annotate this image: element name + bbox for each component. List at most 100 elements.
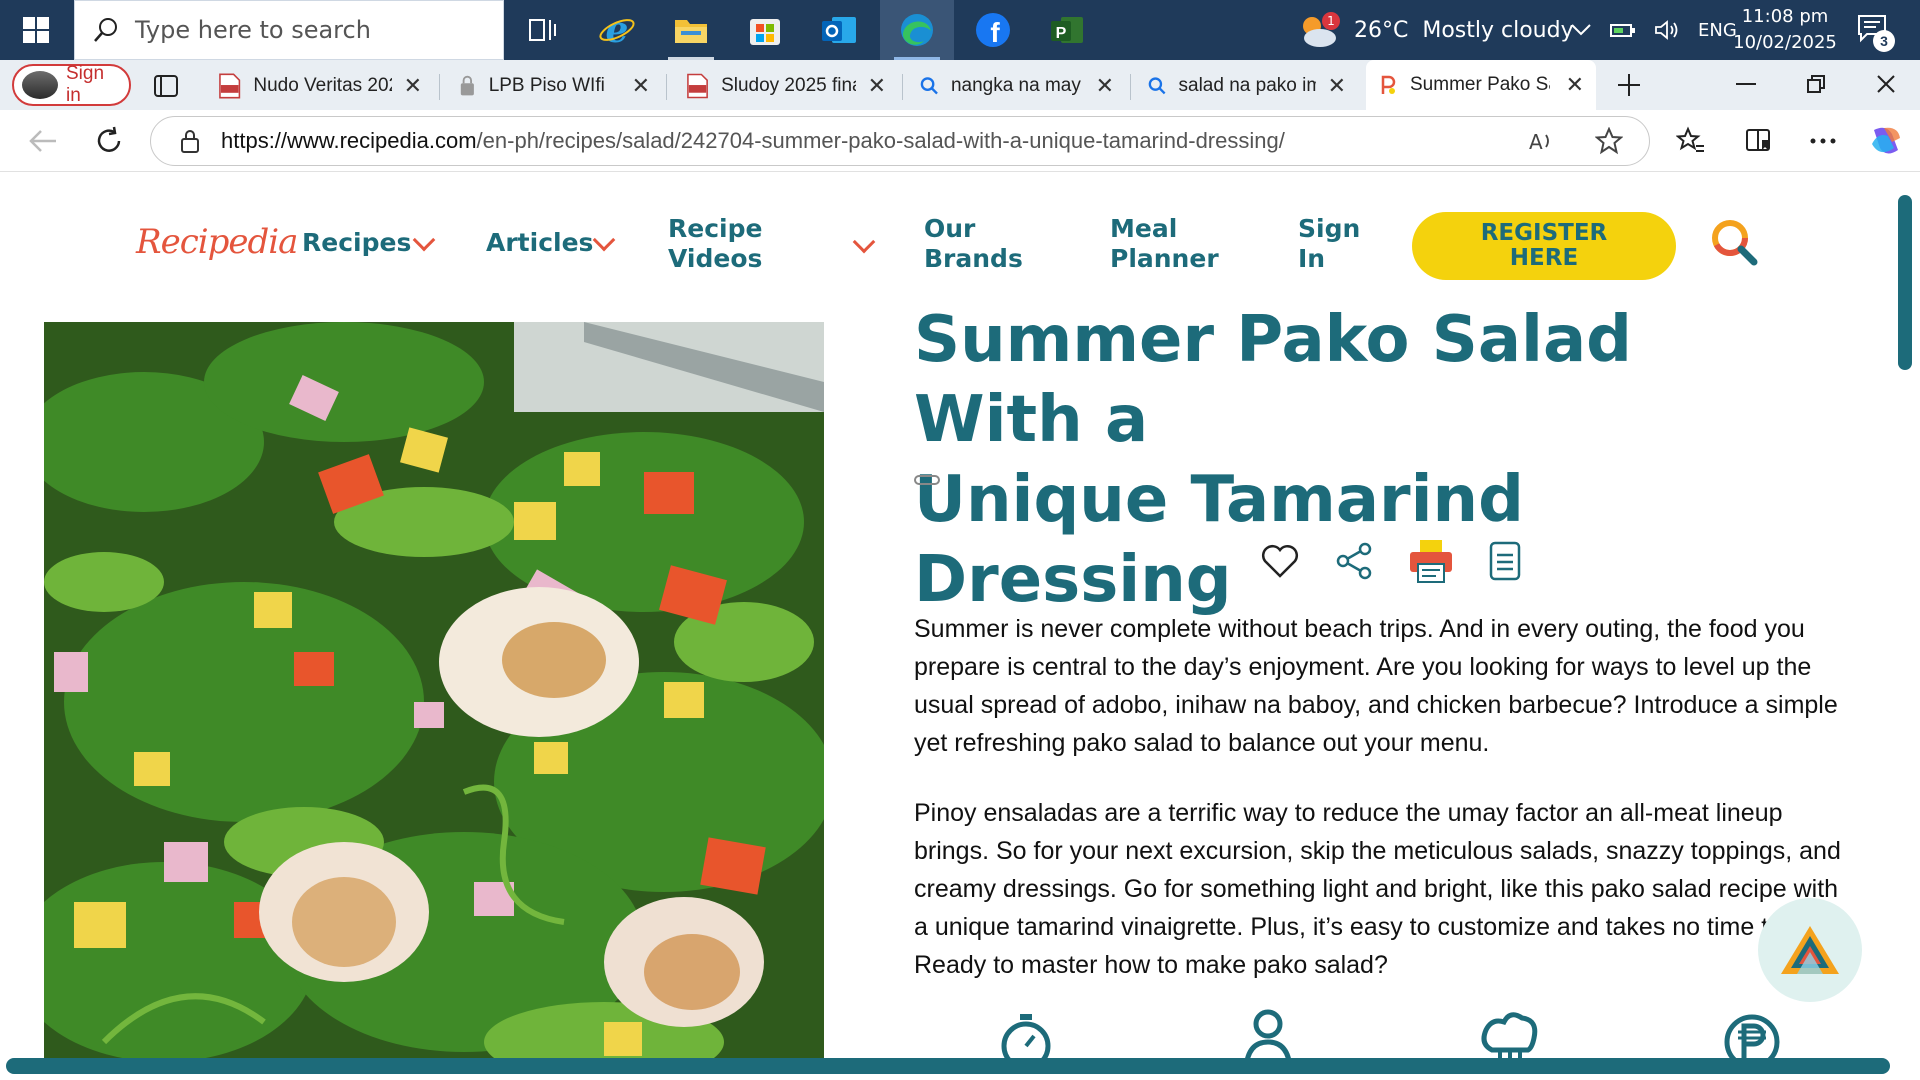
nav-recipes[interactable]: Recipes xyxy=(302,228,411,258)
tab-nudo-veritas[interactable]: Nudo Veritas 2025 ✕ xyxy=(206,64,434,108)
cloud-sun-icon: 1 xyxy=(1296,10,1340,50)
svg-text:e: e xyxy=(606,11,629,49)
register-label-line: HERE xyxy=(1509,245,1579,271)
tab-actions-icon[interactable] xyxy=(153,74,179,98)
nav-label-line: Sign xyxy=(1298,214,1361,243)
task-view-button[interactable] xyxy=(506,0,580,60)
new-tab-icon[interactable] xyxy=(1616,72,1642,98)
close-icon[interactable]: ✕ xyxy=(632,73,650,99)
close-icon[interactable]: ✕ xyxy=(1328,73,1346,99)
nav-articles[interactable]: Articles xyxy=(486,228,593,258)
close-icon[interactable]: ✕ xyxy=(1096,73,1114,99)
tab-divider xyxy=(1130,74,1131,100)
lock-icon xyxy=(181,130,199,153)
intro-paragraph: Summer is never complete without beach t… xyxy=(914,615,1838,757)
restore-icon[interactable] xyxy=(1806,74,1826,94)
taskbar-edge[interactable] xyxy=(880,0,954,60)
tab-title: Summer Pako Salad xyxy=(1410,74,1550,95)
tab-nangka-na-may-gata[interactable]: nangka na may gata ✕ xyxy=(908,64,1126,108)
favorite-star-icon[interactable] xyxy=(1595,127,1623,155)
search-icon xyxy=(1148,77,1166,95)
more-options-icon[interactable] xyxy=(1810,138,1836,144)
refresh-icon[interactable] xyxy=(94,126,124,156)
chevron-down-icon[interactable] xyxy=(412,228,436,252)
tab-title: nangka na may gata xyxy=(950,75,1084,96)
svg-text:f: f xyxy=(990,17,1000,48)
recipedia-logo[interactable]: Recipedia xyxy=(136,222,298,262)
nav-recipe-videos[interactable]: Recipe Videos xyxy=(668,214,762,274)
tab-summer-pako-salad[interactable]: Summer Pako Salad ✕ xyxy=(1366,60,1596,110)
share-icon[interactable] xyxy=(1334,541,1374,581)
pdf-icon xyxy=(219,73,241,99)
nav-label-line: Our xyxy=(924,214,976,243)
clock[interactable]: 11:08 pm 10/02/2025 xyxy=(1730,4,1840,56)
weather-badge: 1 xyxy=(1322,12,1340,30)
notes-icon[interactable] xyxy=(1488,541,1522,581)
tab-salad-na-pako-image[interactable]: salad na pako image ✕ xyxy=(1136,64,1358,108)
web-page-viewport: Recipedia Recipes Articles Recipe Videos… xyxy=(6,172,1904,1072)
tab-divider xyxy=(666,74,667,100)
tab-lpb-piso-wifi[interactable]: LPB Piso WIfi ✕ xyxy=(446,64,662,108)
horizontal-scrollbar-thumb[interactable] xyxy=(6,1058,1890,1074)
minimize-icon[interactable] xyxy=(1736,82,1756,86)
volume-icon[interactable] xyxy=(1654,20,1680,40)
search-icon xyxy=(94,18,117,42)
chat-assistant-button[interactable] xyxy=(1758,898,1862,1002)
chevron-down-icon[interactable] xyxy=(592,228,616,252)
start-button[interactable] xyxy=(0,0,72,60)
tab-title: Sludoy 2025 final xyxy=(721,75,856,96)
edge-icon xyxy=(901,14,933,46)
address-bar[interactable]: https://www.recipedia.com/en-ph/recipes/… xyxy=(150,116,1650,166)
notification-count: 3 xyxy=(1873,30,1895,52)
taskbar-outlook[interactable] xyxy=(802,0,876,60)
tab-divider xyxy=(439,74,440,100)
chevron-down-icon[interactable] xyxy=(852,230,876,254)
taskbar-search-box[interactable]: Type here to search xyxy=(74,0,504,60)
nav-label-line: In xyxy=(1298,244,1326,273)
battery-icon[interactable] xyxy=(1610,22,1636,38)
project-icon: P xyxy=(1051,17,1083,43)
taskbar-file-explorer[interactable] xyxy=(654,0,728,60)
search-icon[interactable] xyxy=(1710,218,1760,268)
close-icon[interactable]: ✕ xyxy=(404,73,422,99)
taskbar-internet-explorer[interactable]: e xyxy=(580,0,654,60)
read-aloud-icon[interactable]: A xyxy=(1527,129,1555,153)
task-view-icon xyxy=(529,19,556,41)
print-icon[interactable] xyxy=(1408,538,1454,584)
vertical-scrollbar-thumb[interactable] xyxy=(1898,195,1912,370)
url-domain: https://www.recipedia.com xyxy=(221,128,477,153)
nav-meal-planner[interactable]: Meal Planner xyxy=(1110,214,1219,274)
notifications-button[interactable]: 3 xyxy=(1855,12,1895,52)
heart-icon[interactable] xyxy=(1260,542,1300,580)
nav-label-line: Brands xyxy=(924,244,1023,273)
avatar xyxy=(22,71,58,99)
nav-sign-in[interactable]: Sign In xyxy=(1298,214,1360,274)
search-placeholder: Type here to search xyxy=(135,16,371,44)
profile-signin-button[interactable]: Sign in xyxy=(12,63,131,106)
collections-icon[interactable] xyxy=(1744,126,1774,156)
nav-label-line: Meal xyxy=(1110,214,1178,243)
clock-date: 10/02/2025 xyxy=(1733,32,1837,53)
lock-favicon-icon xyxy=(460,75,474,96)
chevron-up-icon[interactable] xyxy=(1570,23,1592,37)
clock-time: 11:08 pm xyxy=(1741,6,1829,27)
close-window-icon[interactable] xyxy=(1876,74,1896,94)
tab-sludoy-2025[interactable]: Sludoy 2025 final ✕ xyxy=(674,64,898,108)
close-icon[interactable]: ✕ xyxy=(868,73,886,99)
favorites-icon[interactable] xyxy=(1676,126,1706,156)
taskbar-microsoft-store[interactable] xyxy=(728,0,802,60)
copilot-icon[interactable] xyxy=(1868,124,1904,158)
taskbar-facebook[interactable]: f xyxy=(956,0,1030,60)
back-arrow-icon[interactable] xyxy=(28,128,58,154)
store-icon xyxy=(750,19,780,45)
weather-widget[interactable]: 1 26°C Mostly cloudy xyxy=(1296,0,1574,60)
close-icon[interactable]: ✕ xyxy=(1566,72,1584,98)
taskbar-project[interactable]: P xyxy=(1030,0,1104,60)
rating-placeholder xyxy=(914,475,940,485)
nav-our-brands[interactable]: Our Brands xyxy=(924,214,1023,274)
nav-label-line: Videos xyxy=(668,244,763,273)
internet-explorer-icon: e xyxy=(599,11,635,49)
tab-divider xyxy=(902,74,903,100)
pako-salad-photo xyxy=(44,322,824,1072)
register-button[interactable]: REGISTER HERE xyxy=(1412,212,1676,280)
